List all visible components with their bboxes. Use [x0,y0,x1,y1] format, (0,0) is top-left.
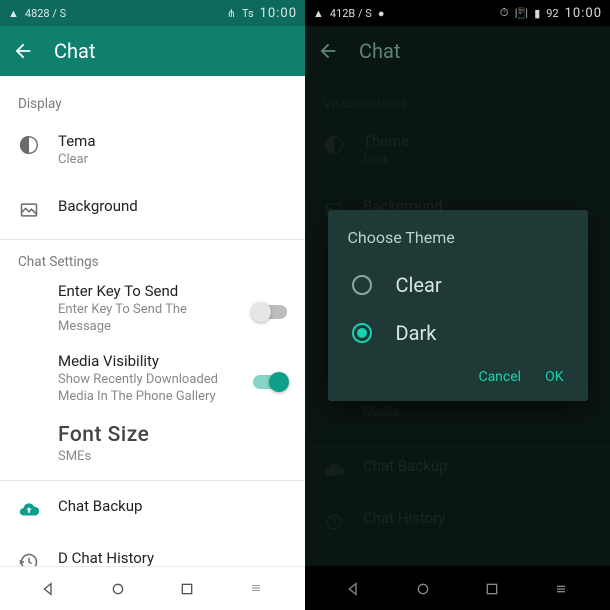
media-vis-title: Media Visibility [58,352,235,370]
row-chat-history[interactable]: D Chat History [0,535,305,566]
dialog-overlay: Choose Theme Clear Dark Cancel OK [305,0,610,610]
theme-value: Clear [58,152,287,169]
bt-label: Ts [242,7,254,20]
history-title: D Chat History [58,549,287,566]
enter-key-title: Enter Key To Send [58,282,235,300]
history-icon [18,551,40,566]
cancel-button[interactable]: Cancel [478,369,521,385]
section-chat-settings: Chat Settings [0,242,305,276]
radio-label-dark: Dark [396,321,437,345]
net-speed: 4828 / S [25,7,66,20]
radio-option-clear[interactable]: Clear [348,261,568,309]
ok-button[interactable]: OK [545,369,563,385]
row-enter-key[interactable]: Enter Key To Send Enter Key To Send The … [0,276,305,344]
radio-icon [352,275,372,295]
row-media-visibility[interactable]: Media Visibility Show Recently Downloade… [0,344,305,414]
nav-menu-icon[interactable] [236,581,276,597]
cloud-upload-icon [18,499,40,521]
nav-bar [0,566,305,610]
row-chat-backup[interactable]: Chat Backup [0,483,305,535]
radio-icon [352,323,372,343]
row-theme[interactable]: Tema Clear [0,118,305,183]
background-title: Background [58,197,287,215]
nav-back-icon[interactable] [29,581,69,597]
nav-home-icon[interactable] [98,581,138,597]
screen-header: Chat [0,26,305,76]
enter-key-toggle[interactable] [253,305,287,319]
status-bar: ▲ 4828 / S ⋔ Ts 10:00 [0,0,305,26]
radio-option-dark[interactable]: Dark [348,309,568,357]
image-icon [18,199,40,221]
back-icon[interactable] [12,40,34,62]
divider [0,239,305,240]
phone-left: ▲ 4828 / S ⋔ Ts 10:00 Chat Display Tema … [0,0,305,610]
dialog-title: Choose Theme [348,228,568,247]
phone-right: ▲ 412B / S ● ⏱ 📳 ▮ 92 10:00 Chat Visuali… [305,0,610,610]
content: Display Tema Clear Background Chat Setti… [0,76,305,566]
media-vis-toggle[interactable] [253,375,287,389]
enter-key-sub: Enter Key To Send The Message [58,302,235,336]
divider [0,480,305,481]
row-font-size[interactable]: Font Size SMEs [0,413,305,476]
backup-title: Chat Backup [58,497,287,515]
radio-label-clear: Clear [396,273,442,297]
section-display: Display [0,84,305,118]
header-title: Chat [54,39,95,63]
media-vis-sub: Show Recently Downloaded Media In The Ph… [58,372,235,406]
bluetooth-icon: ⋔ [227,7,236,20]
font-size-title: Font Size [58,423,287,447]
font-size-sub: SMEs [58,449,287,466]
theme-icon [18,134,40,156]
dialog-actions: Cancel OK [348,357,568,393]
row-background[interactable]: Background [0,183,305,235]
status-time: 10:00 [260,6,297,21]
nav-recents-icon[interactable] [167,581,207,597]
theme-dialog: Choose Theme Clear Dark Cancel OK [328,210,588,401]
theme-title: Tema [58,132,287,150]
signal-icon: ▲ [8,7,19,20]
